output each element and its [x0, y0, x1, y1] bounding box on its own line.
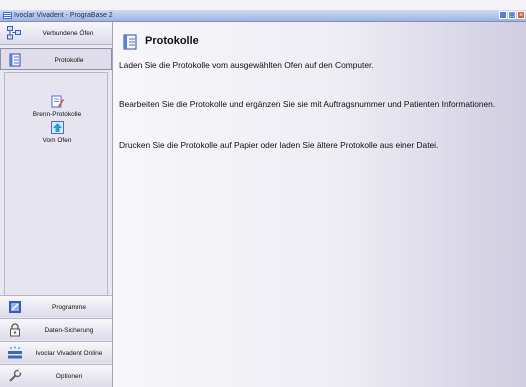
main-content: Protokolle Laden Sie die Protokolle vom … [113, 22, 526, 387]
sub-item-vom-ofen[interactable]: Vom Ofen [5, 121, 109, 144]
download-icon [50, 121, 64, 134]
nav-daten-sicherung[interactable]: Daten-Sicherung [0, 318, 112, 340]
network-icon [7, 26, 21, 40]
description-paragraph: Bearbeiten Sie die Protokolle und ergänz… [119, 99, 496, 109]
lock-icon [10, 323, 20, 337]
document-icon [123, 34, 137, 50]
minimize-button[interactable]: _ [499, 11, 507, 19]
sub-item-brenn-protokolle[interactable]: Brenn-Protokolle [5, 95, 109, 118]
maximize-button[interactable]: □ [508, 11, 516, 19]
description-paragraph: Drucken Sie die Protokolle auf Papier od… [119, 140, 439, 150]
ivoclar-logo-icon [8, 346, 22, 359]
tools-icon [9, 369, 22, 382]
page-title: Protokolle [145, 35, 199, 47]
sidebar: Verbundene Öfen Protokolle Brenn-Protoko… [0, 22, 113, 387]
nav-label: Programme [52, 303, 86, 311]
document-icon [9, 53, 21, 67]
nav-protokolle[interactable]: Protokolle [0, 48, 112, 70]
close-button[interactable]: × [517, 11, 525, 19]
nav-optionen[interactable]: Optionen [0, 364, 112, 387]
application-window: Ivoclar Vivadent - PrograBase 2 _ □ × Ve… [0, 0, 526, 387]
nav-label: Daten-Sicherung [44, 326, 94, 334]
nav-label: Ivoclar Vivadent Online [35, 349, 103, 357]
sub-item-label: Brenn-Protokolle [32, 111, 82, 118]
programs-icon [9, 301, 21, 313]
app-icon [3, 12, 12, 19]
nav-ivoclar-online[interactable]: Ivoclar Vivadent Online [0, 341, 112, 363]
nav-label: Verbundene Öfen [42, 30, 94, 37]
nav-label: Optionen [55, 372, 83, 380]
window-title: Ivoclar Vivadent - PrograBase 2 [14, 12, 113, 19]
protokolle-subpanel: Brenn-Protokolle Vom Ofen [4, 72, 108, 314]
title-bar[interactable]: Ivoclar Vivadent - PrograBase 2 _ □ × [0, 10, 526, 22]
nav-label: Protokolle [54, 57, 84, 64]
description-paragraph: Laden Sie die Protokolle vom ausgewählte… [119, 60, 374, 70]
nav-verbundene-oefen[interactable]: Verbundene Öfen [0, 22, 112, 45]
edit-document-icon [51, 95, 64, 108]
nav-programme[interactable]: Programme [0, 295, 112, 317]
sub-item-label: Vom Ofen [42, 137, 72, 144]
